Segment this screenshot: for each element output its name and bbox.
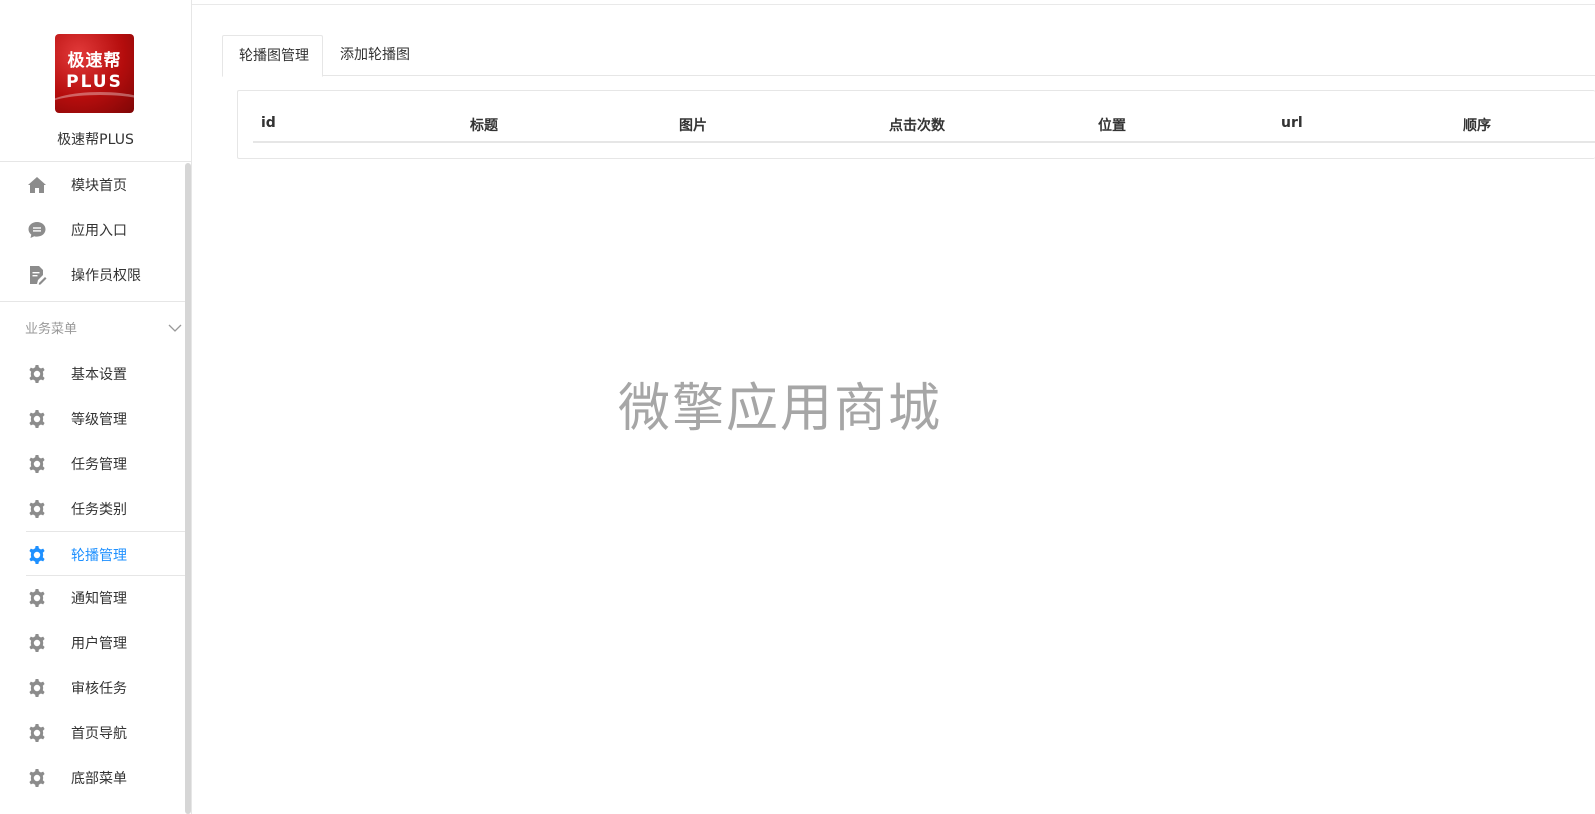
gear-icon bbox=[26, 363, 48, 385]
column-header-position[interactable]: 位置 bbox=[1098, 115, 1126, 135]
app-logo[interactable]: 极速帮 PLUS bbox=[55, 34, 134, 113]
sidebar-item-label: 任务类别 bbox=[71, 502, 127, 518]
tab-bar: 轮播图管理 添加轮播图 bbox=[222, 35, 1595, 77]
sidebar-item-review-tasks[interactable]: 审核任务 bbox=[0, 665, 185, 710]
sidebar-item-label: 底部菜单 bbox=[71, 771, 127, 787]
sidebar-item-label: 轮播管理 bbox=[71, 548, 127, 564]
section-divider bbox=[0, 301, 191, 302]
table-header: id 标题 图片 点击次数 位置 url 顺序 bbox=[253, 91, 1595, 143]
app-name: 极速帮PLUS bbox=[57, 132, 134, 148]
sidebar-item-label: 通知管理 bbox=[71, 591, 127, 607]
sidebar-item-label: 基本设置 bbox=[71, 367, 127, 383]
sidebar-item-task-management[interactable]: 任务管理 bbox=[0, 441, 185, 486]
sidebar-item-module-home[interactable]: 模块首页 bbox=[0, 162, 185, 207]
gear-icon bbox=[26, 453, 48, 475]
gear-icon bbox=[26, 587, 48, 609]
gear-icon bbox=[26, 408, 48, 430]
sidebar-item-label: 用户管理 bbox=[71, 636, 127, 652]
tab-carousel-management[interactable]: 轮播图管理 bbox=[222, 35, 323, 77]
sidebar-item-notification-management[interactable]: 通知管理 bbox=[0, 575, 185, 620]
gear-icon bbox=[26, 498, 48, 520]
section-title[interactable]: 业务菜单 bbox=[25, 318, 77, 337]
sidebar-item-label: 任务管理 bbox=[71, 457, 127, 473]
sidebar-item-user-management[interactable]: 用户管理 bbox=[0, 620, 185, 665]
gear-icon bbox=[26, 677, 48, 699]
sidebar-item-level-management[interactable]: 等级管理 bbox=[0, 396, 185, 441]
sidebar-item-label: 操作员权限 bbox=[71, 268, 141, 284]
tab-add-carousel[interactable]: 添加轮播图 bbox=[324, 35, 426, 76]
sidebar-item-label: 审核任务 bbox=[71, 681, 127, 697]
sidebar-item-carousel-management[interactable]: 轮播管理 bbox=[26, 531, 185, 576]
logo-text-bottom: PLUS bbox=[66, 72, 123, 92]
column-header-url[interactable]: url bbox=[1281, 115, 1303, 131]
chat-bubble-icon bbox=[26, 219, 48, 241]
sidebar-item-home-navigation[interactable]: 首页导航 bbox=[0, 710, 185, 755]
document-edit-icon bbox=[26, 264, 48, 286]
sidebar-item-label: 模块首页 bbox=[71, 178, 127, 194]
sidebar-item-label: 应用入口 bbox=[71, 223, 127, 239]
gear-icon bbox=[26, 544, 48, 566]
column-header-order[interactable]: 顺序 bbox=[1463, 115, 1491, 135]
sidebar-item-label: 等级管理 bbox=[71, 412, 127, 428]
sidebar-item-operator-permissions[interactable]: 操作员权限 bbox=[0, 252, 185, 297]
brand-header: 极速帮 PLUS 极速帮PLUS bbox=[0, 0, 191, 162]
sidebar-item-task-category[interactable]: 任务类别 bbox=[0, 486, 185, 531]
gear-icon bbox=[26, 722, 48, 744]
gear-icon bbox=[26, 767, 48, 789]
chevron-down-icon[interactable] bbox=[168, 318, 182, 332]
column-header-click-count[interactable]: 点击次数 bbox=[889, 115, 945, 135]
sidebar: 极速帮 PLUS 极速帮PLUS 模块首页 应用入口 操作员权限 业务菜单 基本… bbox=[0, 0, 192, 814]
gear-icon bbox=[26, 632, 48, 654]
sidebar-scrollbar[interactable] bbox=[185, 163, 191, 814]
carousel-table: id 标题 图片 点击次数 位置 url 顺序 bbox=[237, 90, 1595, 159]
sidebar-item-label: 首页导航 bbox=[71, 726, 127, 742]
sidebar-item-bottom-menu[interactable]: 底部菜单 bbox=[0, 755, 185, 800]
column-header-title[interactable]: 标题 bbox=[470, 115, 498, 135]
sidebar-item-basic-settings[interactable]: 基本设置 bbox=[0, 351, 185, 396]
logo-text-top: 极速帮 bbox=[67, 51, 122, 71]
watermark-text: 微擎应用商城 bbox=[618, 379, 943, 439]
column-header-image[interactable]: 图片 bbox=[679, 115, 707, 135]
home-icon bbox=[26, 174, 48, 196]
logo-swoosh bbox=[55, 92, 134, 113]
sidebar-item-app-entry[interactable]: 应用入口 bbox=[0, 207, 185, 252]
column-header-id[interactable]: id bbox=[261, 115, 276, 131]
